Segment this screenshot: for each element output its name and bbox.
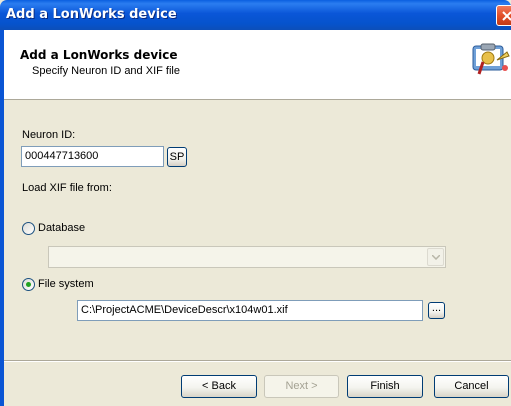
browse-button[interactable]: ... — [428, 302, 445, 319]
file-system-radio[interactable] — [22, 278, 35, 291]
wizard-icon — [472, 43, 510, 75]
cancel-button[interactable]: Cancel — [434, 375, 509, 398]
neuron-id-label: Neuron ID: — [22, 129, 76, 141]
header-title: Add a LonWorks device — [20, 48, 178, 62]
finish-button[interactable]: Finish — [347, 375, 423, 398]
file-system-radio-label[interactable]: File system — [38, 278, 94, 290]
combo-dropdown-button — [427, 248, 444, 266]
close-button[interactable] — [496, 5, 511, 26]
database-combo — [48, 246, 446, 268]
file-path-field[interactable]: C:\ProjectACME\DeviceDescr\x104w01.xif — [77, 300, 423, 321]
sp-button[interactable]: SP — [167, 147, 187, 167]
load-xif-label: Load XIF file from: — [22, 182, 112, 194]
next-button[interactable]: Next > — [264, 375, 339, 398]
neuron-id-field[interactable]: 000447713600 — [21, 146, 164, 167]
database-radio[interactable] — [22, 222, 35, 235]
window-title: Add a LonWorks device — [6, 7, 177, 22]
title-bar[interactable]: Add a LonWorks device — [0, 0, 511, 30]
footer-separator — [4, 360, 511, 362]
back-button[interactable]: < Back — [181, 375, 257, 398]
database-radio-label[interactable]: Database — [38, 222, 85, 234]
close-icon — [502, 11, 511, 21]
wizard-header: Add a LonWorks device Specify Neuron ID … — [4, 30, 511, 100]
chevron-down-icon — [432, 255, 440, 260]
radio-selected-dot — [26, 282, 31, 287]
header-subtitle: Specify Neuron ID and XIF file — [32, 65, 180, 77]
